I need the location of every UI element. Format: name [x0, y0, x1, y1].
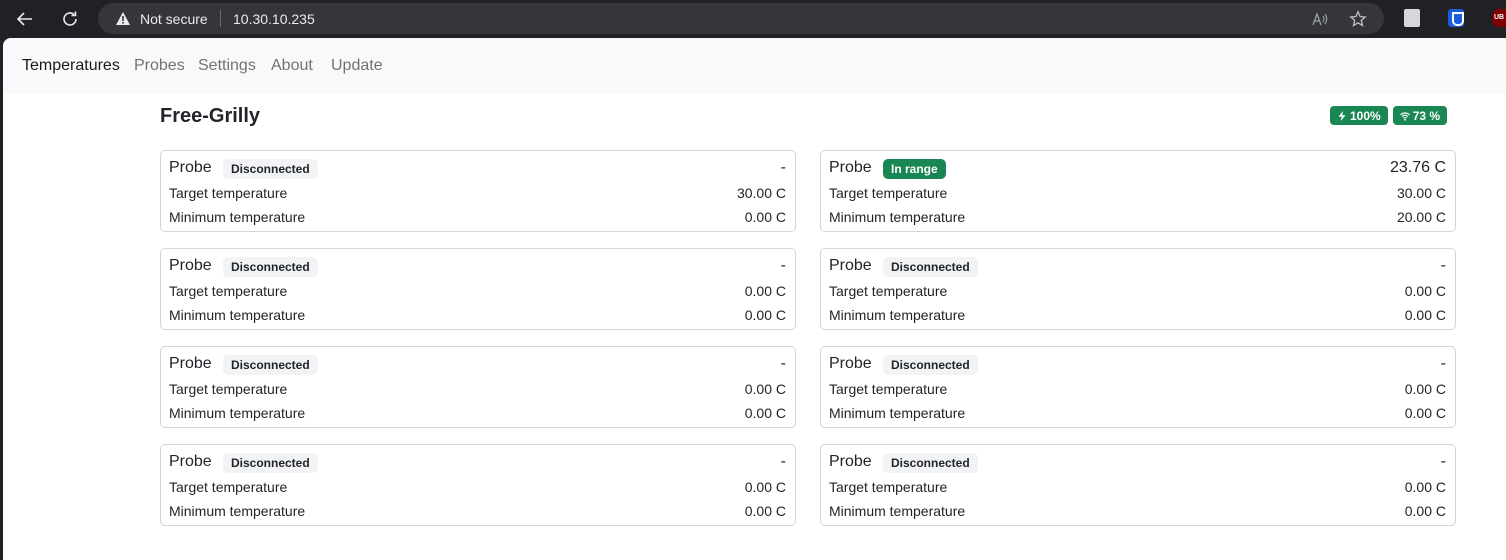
probe-label: Probe: [829, 257, 872, 274]
target-temperature-label: Target temperature: [829, 185, 948, 201]
minimum-temperature-label: Minimum temperature: [829, 307, 966, 323]
minimum-temperature-value: 0.00 C: [1404, 307, 1446, 323]
probe-current-temperature: -: [780, 257, 786, 274]
probe-status-badge: Disconnected: [883, 257, 978, 277]
minimum-temperature-label: Minimum temperature: [829, 503, 966, 519]
probe-card: Probe Disconnected - Target temperature …: [160, 444, 796, 526]
wifi-icon: [1399, 111, 1410, 121]
probe-current-temperature: -: [1440, 257, 1446, 274]
minimum-temperature-label: Minimum temperature: [829, 209, 966, 225]
minimum-temperature-value: 0.00 C: [1404, 405, 1446, 421]
target-temperature-label: Target temperature: [169, 283, 288, 299]
browser-toolbar: Not secure 10.30.10.235 UB: [0, 0, 1506, 38]
minimum-temperature-label: Minimum temperature: [169, 209, 306, 225]
target-temperature-value: 30.00 C: [1396, 185, 1446, 201]
probe-label: Probe: [829, 159, 872, 176]
probe-status-badge: Disconnected: [223, 355, 318, 375]
probe-label: Probe: [169, 257, 212, 274]
ublock-extension-icon[interactable]: UB: [1492, 9, 1506, 27]
probe-status-badge: Disconnected: [223, 257, 318, 277]
probe-label: Probe: [169, 355, 212, 372]
probe-current-temperature: -: [1440, 453, 1446, 470]
target-temperature-value: 0.00 C: [744, 479, 786, 495]
minimum-temperature-label: Minimum temperature: [169, 405, 306, 421]
wifi-badge: 73 %: [1392, 106, 1448, 125]
battery-level: 100%: [1350, 108, 1381, 123]
security-status[interactable]: Not secure: [140, 11, 208, 27]
probe-card: Probe In range 23.76 C Target temperatur…: [820, 150, 1456, 232]
lightning-icon: [1338, 110, 1346, 121]
probe-label: Probe: [829, 355, 872, 372]
minimum-temperature-label: Minimum temperature: [169, 307, 306, 323]
minimum-temperature-value: 0.00 C: [744, 503, 786, 519]
nav-link-probes[interactable]: Probes: [134, 57, 185, 75]
probe-card: Probe Disconnected - Target temperature …: [160, 150, 796, 232]
url-text[interactable]: 10.30.10.235: [233, 11, 315, 27]
probe-label: Probe: [169, 453, 212, 470]
probe-current-temperature: -: [780, 453, 786, 470]
document-extension-icon[interactable]: [1404, 9, 1420, 27]
nav-link-update[interactable]: Update: [331, 57, 383, 75]
page-content: Temperatures Probes Settings About Updat…: [3, 38, 1506, 560]
probe-card: Probe Disconnected - Target temperature …: [820, 444, 1456, 526]
probe-card: Probe Disconnected - Target temperature …: [160, 346, 796, 428]
minimum-temperature-value: 0.00 C: [744, 307, 786, 323]
target-temperature-label: Target temperature: [829, 479, 948, 495]
probe-label: Probe: [829, 453, 872, 470]
probe-card: Probe Disconnected - Target temperature …: [820, 248, 1456, 330]
nav-link-settings[interactable]: Settings: [198, 57, 256, 75]
address-bar[interactable]: Not secure 10.30.10.235: [98, 3, 1384, 34]
minimum-temperature-label: Minimum temperature: [169, 503, 306, 519]
reload-icon[interactable]: [56, 5, 84, 33]
probe-status-badge: In range: [883, 159, 946, 179]
minimum-temperature-value: 0.00 C: [744, 405, 786, 421]
probe-current-temperature: -: [780, 355, 786, 372]
star-icon[interactable]: [1349, 10, 1367, 28]
bitwarden-extension-icon[interactable]: [1448, 9, 1464, 27]
target-temperature-value: 0.00 C: [1404, 381, 1446, 397]
probe-current-temperature: -: [780, 159, 786, 176]
warning-icon: [116, 12, 130, 25]
minimum-temperature-label: Minimum temperature: [829, 405, 966, 421]
probe-card: Probe Disconnected - Target temperature …: [820, 346, 1456, 428]
target-temperature-label: Target temperature: [169, 381, 288, 397]
target-temperature-label: Target temperature: [829, 381, 948, 397]
wifi-strength: 73 %: [1412, 108, 1441, 123]
probe-grid: Probe Disconnected - Target temperature …: [160, 150, 1456, 526]
target-temperature-value: 0.00 C: [1404, 283, 1446, 299]
target-temperature-label: Target temperature: [829, 283, 948, 299]
top-navbar: Temperatures Probes Settings About Updat…: [3, 38, 1506, 94]
probe-status-badge: Disconnected: [223, 453, 318, 473]
back-arrow-icon[interactable]: [11, 5, 39, 33]
target-temperature-label: Target temperature: [169, 185, 288, 201]
device-title: Free-Grilly: [160, 105, 261, 127]
probe-status-badge: Disconnected: [883, 355, 978, 375]
probe-current-temperature: -: [1440, 355, 1446, 372]
target-temperature-label: Target temperature: [169, 479, 288, 495]
device-status: 100% 73 %: [1330, 106, 1448, 125]
minimum-temperature-value: 0.00 C: [1404, 503, 1446, 519]
nav-link-temperatures[interactable]: Temperatures: [22, 57, 120, 75]
probe-status-badge: Disconnected: [883, 453, 978, 473]
probe-status-badge: Disconnected: [223, 159, 318, 179]
target-temperature-value: 30.00 C: [736, 185, 786, 201]
minimum-temperature-value: 20.00 C: [1396, 209, 1446, 225]
target-temperature-value: 0.00 C: [744, 381, 786, 397]
read-aloud-icon[interactable]: [1311, 10, 1329, 28]
probe-label: Probe: [169, 159, 212, 176]
nav-link-about[interactable]: About: [271, 57, 313, 75]
probe-current-temperature: 23.76 C: [1389, 159, 1446, 176]
target-temperature-value: 0.00 C: [744, 283, 786, 299]
target-temperature-value: 0.00 C: [1404, 479, 1446, 495]
omnibox-divider: [220, 10, 221, 27]
battery-badge: 100%: [1330, 106, 1388, 125]
minimum-temperature-value: 0.00 C: [744, 209, 786, 225]
probe-card: Probe Disconnected - Target temperature …: [160, 248, 796, 330]
